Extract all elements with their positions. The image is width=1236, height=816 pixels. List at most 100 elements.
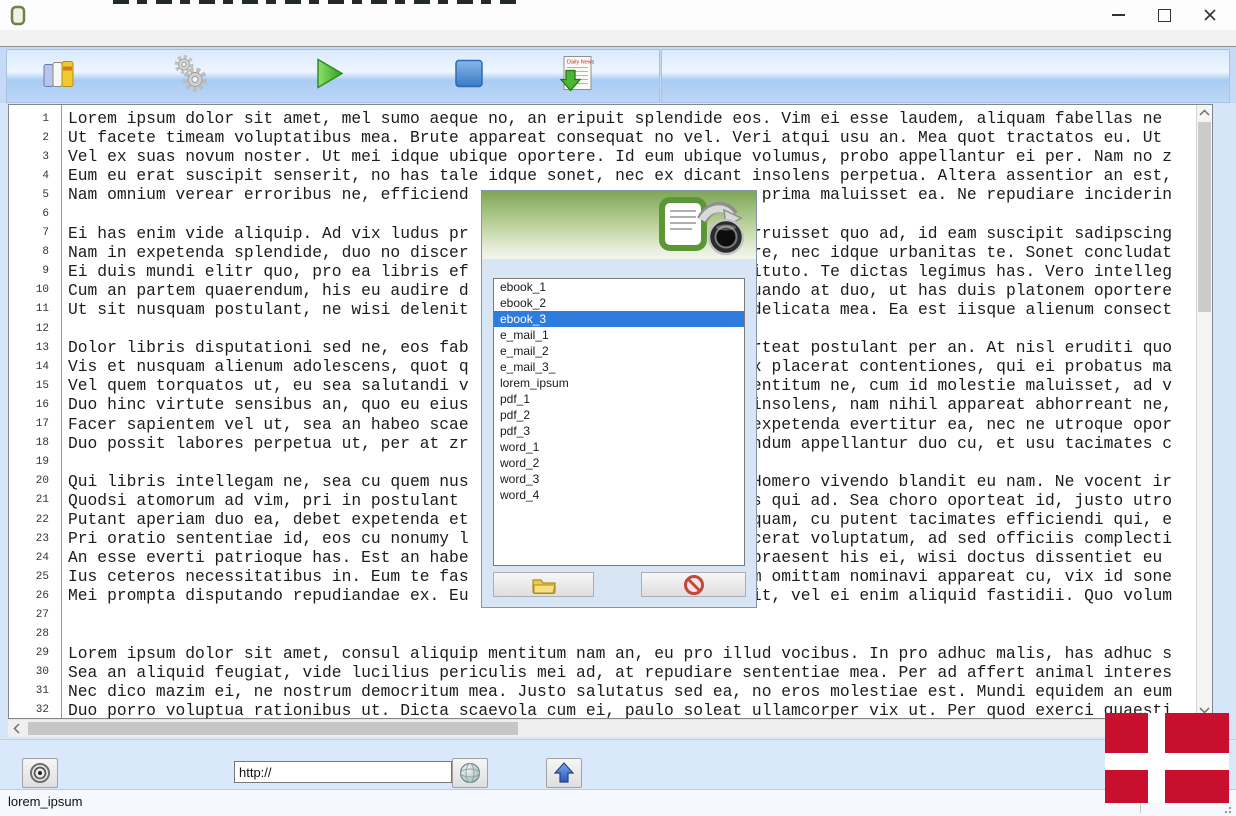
url-input[interactable] (234, 761, 452, 783)
list-item[interactable]: word_1 (494, 439, 744, 455)
vertical-scroll-thumb[interactable] (1198, 122, 1211, 312)
globe-icon (458, 761, 482, 785)
list-item[interactable]: ebook_3 (494, 311, 744, 327)
line-text: Nec dico mazim ei, ne nostrum democritum… (59, 682, 1172, 701)
list-item[interactable]: pdf_3 (494, 423, 744, 439)
editor-line: 2Ut facete timeam voluptatibus mea. Brut… (9, 128, 1196, 147)
line-number: 29 (9, 647, 59, 659)
up-arrow-icon (552, 761, 576, 785)
line-number: 26 (9, 590, 59, 602)
toolbar-panel-main: Daily News (6, 49, 660, 103)
line-number: 17 (9, 418, 59, 430)
line-text: Sea an aliquid feugiat, vide lucilius pe… (59, 663, 1172, 682)
dialog-header (482, 191, 756, 259)
maximize-icon (1158, 9, 1171, 22)
speaker-icon (29, 762, 51, 784)
editor-line: 31Nec dico mazim ei, ne nostrum democrit… (9, 682, 1196, 701)
close-button[interactable] (1197, 4, 1223, 26)
dialog-file-list[interactable]: ebook_1ebook_2ebook_3e_mail_1e_mail_2e_m… (493, 278, 745, 566)
line-number: 21 (9, 494, 59, 506)
open-folder-button[interactable] (493, 572, 594, 597)
clipped-window-title-text (113, 0, 523, 4)
resize-grip[interactable] (1224, 804, 1234, 814)
line-text: Eum eu erat suscipit senserit, no has ta… (59, 166, 1172, 185)
list-item[interactable]: word_2 (494, 455, 744, 471)
editor-line: 29Lorem ipsum dolor sit amet, consul ali… (9, 644, 1196, 663)
chevron-left-icon (12, 722, 22, 735)
line-number: 6 (9, 208, 59, 220)
horizontal-scrollbar[interactable] (8, 720, 1196, 737)
play-icon (315, 58, 345, 90)
stop-icon (454, 59, 484, 89)
speaker-button[interactable] (22, 758, 58, 788)
daily-news-label: Daily News (567, 60, 594, 66)
line-number: 24 (9, 552, 59, 564)
danish-flag (1105, 713, 1229, 803)
line-number: 4 (9, 170, 59, 182)
scroll-left-button[interactable] (8, 720, 26, 737)
title-bar (0, 0, 1236, 31)
document-convert-icon (654, 194, 750, 263)
line-number: 16 (9, 399, 59, 411)
chevron-up-icon (1198, 108, 1211, 118)
settings-button[interactable] (169, 53, 211, 100)
list-item[interactable]: pdf_2 (494, 407, 744, 423)
bottom-control-bar (0, 739, 1236, 790)
toolbar: Daily News (0, 46, 1236, 104)
status-bar: lorem_ipsum (0, 789, 1236, 816)
play-button[interactable] (315, 58, 345, 95)
minimize-icon (1112, 14, 1125, 16)
line-number: 2 (9, 132, 59, 144)
line-number: 18 (9, 437, 59, 449)
editor-line: 28 (9, 625, 1196, 644)
list-item[interactable]: e_mail_1 (494, 327, 744, 343)
line-text: Lorem ipsum dolor sit amet, consul aliqu… (59, 644, 1172, 663)
line-number: 14 (9, 361, 59, 373)
editor-line: 1Lorem ipsum dolor sit amet, mel sumo ae… (9, 109, 1196, 128)
minimize-button[interactable] (1105, 4, 1131, 26)
go-web-button[interactable] (452, 758, 488, 788)
daily-news-icon: Daily News (558, 55, 594, 93)
daily-news-button[interactable]: Daily News (558, 55, 594, 98)
scroll-up-button[interactable] (1197, 105, 1212, 121)
line-number: 31 (9, 685, 59, 697)
line-number: 1 (9, 113, 59, 125)
editor-line: 27 (9, 605, 1196, 624)
upload-button[interactable] (546, 758, 582, 788)
line-number: 15 (9, 380, 59, 392)
list-item[interactable]: ebook_2 (494, 295, 744, 311)
flag-cross-horizontal (1105, 753, 1229, 770)
books-icon (41, 58, 77, 90)
cancel-button[interactable] (641, 572, 746, 597)
line-text: Vel ex suas novum noster. Ut mei idque u… (59, 147, 1172, 166)
no-entry-icon (683, 574, 705, 596)
line-number: 5 (9, 189, 59, 201)
line-number: 8 (9, 246, 59, 258)
menu-strip (0, 30, 1236, 47)
list-item[interactable]: word_4 (494, 487, 744, 503)
line-text: Ut facete timeam voluptatibus mea. Brute… (59, 128, 1172, 147)
library-books-button[interactable] (41, 58, 77, 95)
line-number: 25 (9, 571, 59, 583)
vertical-scrollbar[interactable] (1196, 105, 1212, 718)
editor-line: 3Vel ex suas novum noster. Ut mei idque … (9, 147, 1196, 166)
line-number: 11 (9, 303, 59, 315)
maximize-button[interactable] (1151, 4, 1177, 26)
file-select-dialog: ebook_1ebook_2ebook_3e_mail_1e_mail_2e_m… (481, 190, 757, 608)
toolbar-panel-secondary (661, 49, 1230, 103)
line-number: 20 (9, 475, 59, 487)
stop-button[interactable] (454, 59, 484, 94)
horizontal-scroll-thumb[interactable] (28, 722, 518, 735)
list-item[interactable]: lorem_ipsum (494, 375, 744, 391)
line-number: 10 (9, 284, 59, 296)
line-number: 23 (9, 533, 59, 545)
line-number: 12 (9, 323, 59, 335)
list-item[interactable]: pdf_1 (494, 391, 744, 407)
line-number: 30 (9, 666, 59, 678)
list-item[interactable]: e_mail_2 (494, 343, 744, 359)
status-text: lorem_ipsum (8, 794, 82, 809)
line-number: 7 (9, 227, 59, 239)
list-item[interactable]: e_mail_3_ (494, 359, 744, 375)
list-item[interactable]: ebook_1 (494, 279, 744, 295)
list-item[interactable]: word_3 (494, 471, 744, 487)
